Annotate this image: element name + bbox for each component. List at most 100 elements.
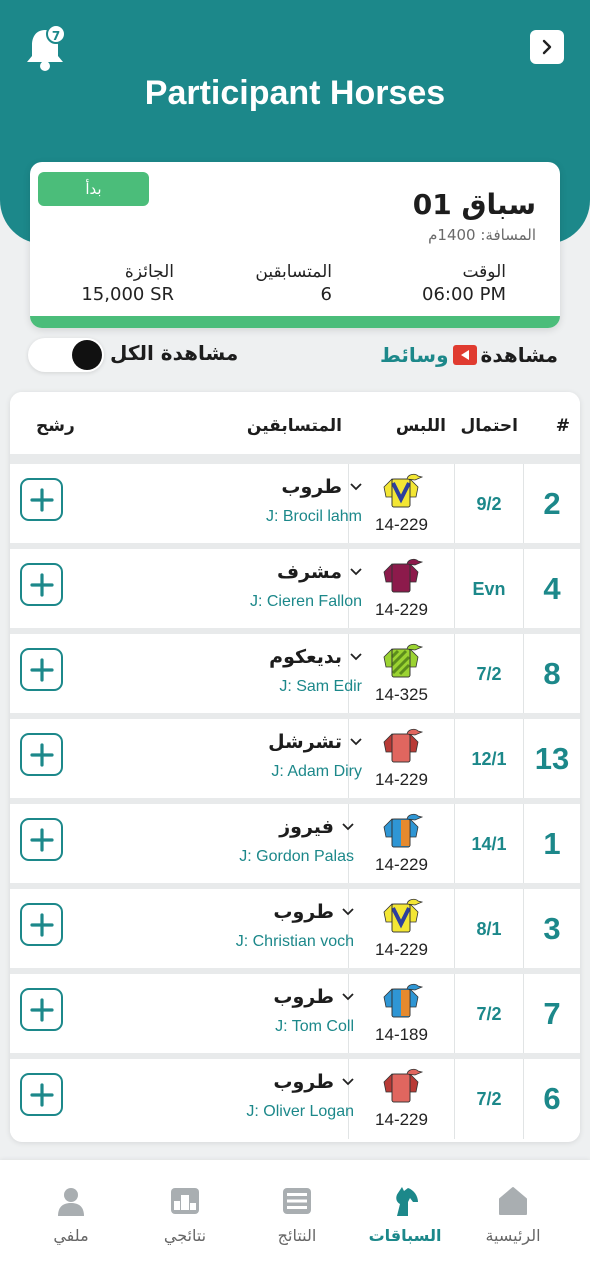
jockey-name: J: Tom Coll — [275, 1018, 354, 1035]
runner-number: 7 — [543, 996, 561, 1031]
jockey-silk-icon — [383, 813, 423, 848]
runner-silk: 14-229 — [348, 804, 454, 884]
silk-code: 14-189 — [375, 1025, 428, 1044]
horse-name-text: طروب — [273, 986, 334, 1008]
nav-my-results[interactable]: نتائجي — [130, 1184, 240, 1245]
back-button[interactable] — [530, 30, 564, 64]
plus-icon — [29, 912, 54, 937]
runner-number: 4 — [543, 571, 561, 606]
runner-silk: 14-229 — [348, 1059, 454, 1139]
bottom-nav: الرئيسية السباقات النتائج نتائجي ملفي — [0, 1160, 590, 1280]
jockey-silk-icon — [383, 983, 423, 1018]
toggle-knob — [72, 340, 102, 370]
horse-name[interactable]: بديعكوم — [269, 646, 362, 668]
horse-name[interactable]: تشرشل — [268, 731, 362, 753]
nominate-add-button[interactable] — [20, 818, 63, 861]
header-odds: احتمال — [460, 416, 518, 436]
race-distance: المسافة: 1400م — [428, 226, 536, 244]
nav-home-label: الرئيسية — [485, 1226, 541, 1245]
plus-icon — [29, 827, 54, 852]
race-prize-value: 15,000 SR — [81, 284, 174, 305]
header-number: # — [555, 416, 570, 436]
runner-odds: 9/2 — [454, 464, 524, 544]
runner-number: 2 — [543, 486, 561, 521]
view-all-toggle[interactable] — [28, 338, 104, 372]
jockey-name: J: Adam Diry — [271, 763, 362, 780]
runner-silk: 14-229 — [348, 719, 454, 799]
plus-icon — [29, 742, 54, 767]
podium-icon — [171, 1188, 199, 1214]
horse-name-text: فيروز — [279, 816, 334, 838]
race-time-value: 06:00 PM — [422, 284, 506, 305]
chevron-down-icon[interactable] — [350, 483, 362, 491]
race-time-label: الوقت — [462, 262, 506, 282]
race-status-button[interactable]: بدأ — [38, 172, 149, 206]
jockey-name: J: Sam Edir — [279, 678, 362, 695]
chevron-down-icon[interactable] — [350, 568, 362, 576]
table-row: 7 7/2 14-189 طروب J: Tom Coll — [10, 968, 580, 1054]
jockey-silk-icon — [383, 728, 423, 763]
nominate-add-button[interactable] — [20, 563, 63, 606]
nominate-add-button[interactable] — [20, 903, 63, 946]
table-row: 1 14/1 14-229 فيروز J: Gordon Palas — [10, 798, 580, 884]
nav-results-label: النتائج — [277, 1226, 317, 1245]
plus-icon — [29, 1082, 54, 1107]
horse-name[interactable]: طروب — [273, 1071, 354, 1093]
home-icon — [499, 1187, 527, 1215]
nominate-add-button[interactable] — [20, 478, 63, 521]
header-nominate: رشح — [36, 416, 75, 436]
chevron-down-icon[interactable] — [342, 993, 354, 1001]
race-time: الوقت 06:00 PM — [422, 262, 506, 305]
horse-name-text: بديعكوم — [269, 646, 342, 668]
horse-name-text: طروب — [273, 1071, 334, 1093]
runner-number: 13 — [534, 741, 570, 776]
runner-silk: 14-325 — [348, 634, 454, 714]
horse-name[interactable]: فيروز — [279, 816, 354, 838]
race-name: سباق 01 — [412, 188, 536, 221]
nominate-add-button[interactable] — [20, 648, 63, 691]
nav-profile[interactable]: ملفي — [16, 1184, 126, 1245]
runner-number: 8 — [543, 656, 561, 691]
chevron-down-icon[interactable] — [342, 908, 354, 916]
runner-odds: 8/1 — [454, 889, 524, 969]
chevron-down-icon[interactable] — [342, 1078, 354, 1086]
nav-races[interactable]: السباقات — [350, 1184, 460, 1245]
horse-name-text: مشرف — [277, 561, 342, 583]
nominate-add-button[interactable] — [20, 988, 63, 1031]
chevron-down-icon[interactable] — [350, 653, 362, 661]
horse-name[interactable]: طروب — [281, 476, 362, 498]
media-label: وسائط — [379, 343, 449, 367]
watch-media-link[interactable]: مشاهدة وسائط — [380, 343, 558, 367]
runner-odds: 7/2 — [454, 634, 524, 714]
nominate-add-button[interactable] — [20, 1073, 63, 1116]
nav-results[interactable]: النتائج — [242, 1184, 352, 1245]
nominate-add-button[interactable] — [20, 733, 63, 776]
plus-icon — [29, 487, 54, 512]
plus-icon — [29, 997, 54, 1022]
race-info-card: بدأ سباق 01 المسافة: 1400م الوقت 06:00 P… — [30, 162, 560, 328]
jockey-name: J: Christian voch — [235, 933, 354, 950]
table-row: 3 8/1 14-229 طروب J: Christian voch — [10, 883, 580, 969]
horse-name[interactable]: مشرف — [277, 561, 362, 583]
runner-silk: 14-229 — [348, 889, 454, 969]
horse-name[interactable]: طروب — [273, 986, 354, 1008]
chevron-down-icon[interactable] — [350, 738, 362, 746]
runner-number: 6 — [543, 1081, 561, 1116]
runner-silk: 14-229 — [348, 549, 454, 629]
profile-icon — [58, 1188, 84, 1216]
horse-name[interactable]: طروب — [273, 901, 354, 923]
nav-profile-label: ملفي — [53, 1226, 89, 1245]
jockey-silk-icon — [383, 558, 423, 593]
jockey-name: J: Oliver Logan — [246, 1103, 354, 1120]
notification-count-badge: 7 — [46, 24, 66, 44]
jockey-name: J: Brocil lahm — [265, 508, 362, 525]
nav-home[interactable]: الرئيسية — [458, 1184, 568, 1245]
results-list-icon — [283, 1188, 311, 1214]
table-row: 2 9/2 14-229 طروب J: Brocil lahm — [10, 458, 580, 544]
chevron-down-icon[interactable] — [342, 823, 354, 831]
jockey-silk-icon — [383, 473, 423, 508]
jockey-silk-icon — [383, 898, 423, 933]
view-all-label: مشاهدة الكل — [110, 341, 239, 365]
runner-odds: 14/1 — [454, 804, 524, 884]
play-icon — [452, 345, 477, 365]
